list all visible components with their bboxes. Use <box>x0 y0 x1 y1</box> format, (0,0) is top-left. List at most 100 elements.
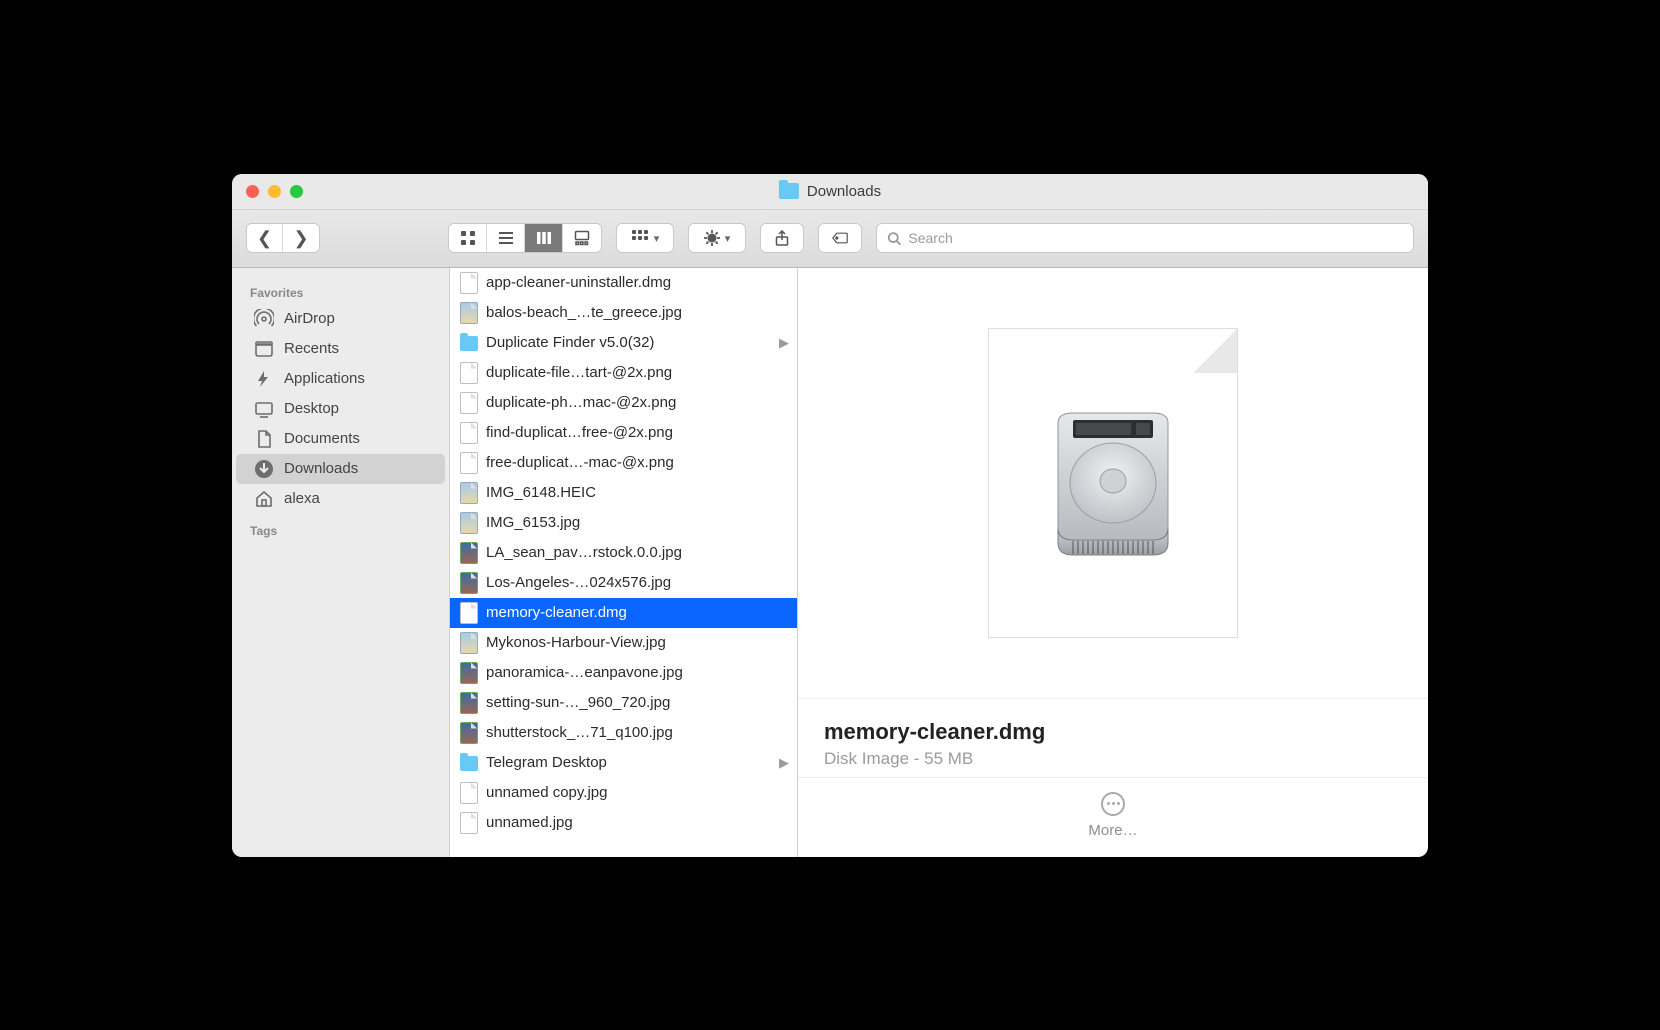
arrange-group: ▾ <box>616 223 674 253</box>
preview-kind: Disk Image - 55 MB <box>824 749 1402 769</box>
file-icon <box>460 542 478 564</box>
window-title-text: Downloads <box>807 183 881 200</box>
file-name: unnamed copy.jpg <box>486 784 607 801</box>
preview-meta: memory-cleaner.dmg Disk Image - 55 MB <box>798 699 1428 778</box>
nav-group: ❮ ❯ <box>246 223 320 253</box>
file-row[interactable]: unnamed.jpg <box>450 808 797 838</box>
zoom-button[interactable] <box>290 185 303 198</box>
minimize-button[interactable] <box>268 185 281 198</box>
preview-pane: memory-cleaner.dmg Disk Image - 55 MB Mo… <box>798 268 1428 857</box>
file-row[interactable]: Duplicate Finder v5.0(32)▶ <box>450 328 797 358</box>
file-row[interactable]: app-cleaner-uninstaller.dmg <box>450 268 797 298</box>
file-name: duplicate-ph…mac-@2x.png <box>486 394 676 411</box>
sidebar-item-recents[interactable]: Recents <box>236 334 445 364</box>
titlebar: Downloads <box>232 174 1428 210</box>
desktop-icon <box>254 399 274 419</box>
file-name: memory-cleaner.dmg <box>486 604 627 621</box>
file-row[interactable]: memory-cleaner.dmg <box>450 598 797 628</box>
back-button[interactable]: ❮ <box>247 224 283 252</box>
sidebar-item-documents[interactable]: Documents <box>236 424 445 454</box>
file-icon <box>460 392 478 414</box>
file-name: Los-Angeles-…024x576.jpg <box>486 574 671 591</box>
file-icon <box>460 662 478 684</box>
file-name: duplicate-file…tart-@2x.png <box>486 364 672 381</box>
search-input[interactable] <box>908 230 1403 246</box>
file-icon <box>460 602 478 624</box>
more-label: More… <box>1088 822 1137 839</box>
file-icon <box>460 482 478 504</box>
folder-icon <box>460 336 478 351</box>
airdrop-icon <box>254 309 274 329</box>
file-icon <box>460 272 478 294</box>
file-name: app-cleaner-uninstaller.dmg <box>486 274 671 291</box>
file-name: IMG_6148.HEIC <box>486 484 596 501</box>
sidebar-item-label: Documents <box>284 430 360 447</box>
sidebar-item-applications[interactable]: Applications <box>236 364 445 394</box>
arrange-button[interactable]: ▾ <box>617 224 673 252</box>
sidebar-item-downloads[interactable]: Downloads <box>236 454 445 484</box>
gallery-view-button[interactable] <box>563 224 601 252</box>
traffic-lights <box>232 185 303 198</box>
file-name: shutterstock_…71_q100.jpg <box>486 724 673 741</box>
sidebar-item-desktop[interactable]: Desktop <box>236 394 445 424</box>
file-icon <box>460 782 478 804</box>
sidebar-item-label: alexa <box>284 490 320 507</box>
file-icon <box>460 422 478 444</box>
home-icon <box>254 489 274 509</box>
file-row[interactable]: free-duplicat…-mac-@x.png <box>450 448 797 478</box>
sidebar-item-airdrop[interactable]: AirDrop <box>236 304 445 334</box>
file-name: setting-sun-…_960_720.jpg <box>486 694 670 711</box>
more-icon <box>1101 792 1125 816</box>
file-row[interactable]: Mykonos-Harbour-View.jpg <box>450 628 797 658</box>
tags-group <box>818 223 862 253</box>
forward-button[interactable]: ❯ <box>283 224 319 252</box>
file-icon <box>460 452 478 474</box>
file-icon <box>460 512 478 534</box>
file-row[interactable]: unnamed copy.jpg <box>450 778 797 808</box>
file-row[interactable]: Los-Angeles-…024x576.jpg <box>450 568 797 598</box>
file-row[interactable]: LA_sean_pav…rstock.0.0.jpg <box>450 538 797 568</box>
content: Favorites AirDrop Recents Applications <box>232 268 1428 857</box>
file-icon <box>460 302 478 324</box>
file-row[interactable]: IMG_6153.jpg <box>450 508 797 538</box>
preview-thumbnail <box>988 328 1238 638</box>
file-name: panoramica-…eanpavone.jpg <box>486 664 683 681</box>
file-row[interactable]: setting-sun-…_960_720.jpg <box>450 688 797 718</box>
search-icon <box>887 231 901 246</box>
file-icon <box>460 362 478 384</box>
sidebar-item-home[interactable]: alexa <box>236 484 445 514</box>
tags-button[interactable] <box>819 224 861 252</box>
finder-window: Downloads ❮ ❯ ▾ <box>232 174 1428 857</box>
folder-icon <box>779 183 799 199</box>
file-row[interactable]: IMG_6148.HEIC <box>450 478 797 508</box>
file-row[interactable]: find-duplicat…free-@2x.png <box>450 418 797 448</box>
action-button[interactable]: ▾ <box>689 224 745 252</box>
sidebar-item-label: Desktop <box>284 400 339 417</box>
file-row[interactable]: duplicate-ph…mac-@2x.png <box>450 388 797 418</box>
action-group: ▾ <box>688 223 746 253</box>
file-row[interactable]: Telegram Desktop▶ <box>450 748 797 778</box>
preview-more[interactable]: More… <box>798 778 1428 857</box>
list-view-button[interactable] <box>487 224 525 252</box>
file-row[interactable]: duplicate-file…tart-@2x.png <box>450 358 797 388</box>
file-name: Mykonos-Harbour-View.jpg <box>486 634 666 651</box>
search-field[interactable] <box>876 223 1414 253</box>
file-name: unnamed.jpg <box>486 814 573 831</box>
icon-view-button[interactable] <box>449 224 487 252</box>
toolbar: ❮ ❯ ▾ ▾ <box>232 210 1428 268</box>
sidebar-item-label: Recents <box>284 340 339 357</box>
share-button[interactable] <box>761 224 803 252</box>
file-row[interactable]: shutterstock_…71_q100.jpg <box>450 718 797 748</box>
file-name: balos-beach_…te_greece.jpg <box>486 304 682 321</box>
preview-thumbnail-area <box>798 268 1428 699</box>
column-view-button[interactable] <box>525 224 563 252</box>
downloads-icon <box>254 459 274 479</box>
folder-icon <box>460 756 478 771</box>
file-name: find-duplicat…free-@2x.png <box>486 424 673 441</box>
file-row[interactable]: balos-beach_…te_greece.jpg <box>450 298 797 328</box>
window-title: Downloads <box>779 183 881 200</box>
file-name: IMG_6153.jpg <box>486 514 580 531</box>
close-button[interactable] <box>246 185 259 198</box>
file-list[interactable]: app-cleaner-uninstaller.dmg balos-beach_…… <box>450 268 798 857</box>
file-row[interactable]: panoramica-…eanpavone.jpg <box>450 658 797 688</box>
